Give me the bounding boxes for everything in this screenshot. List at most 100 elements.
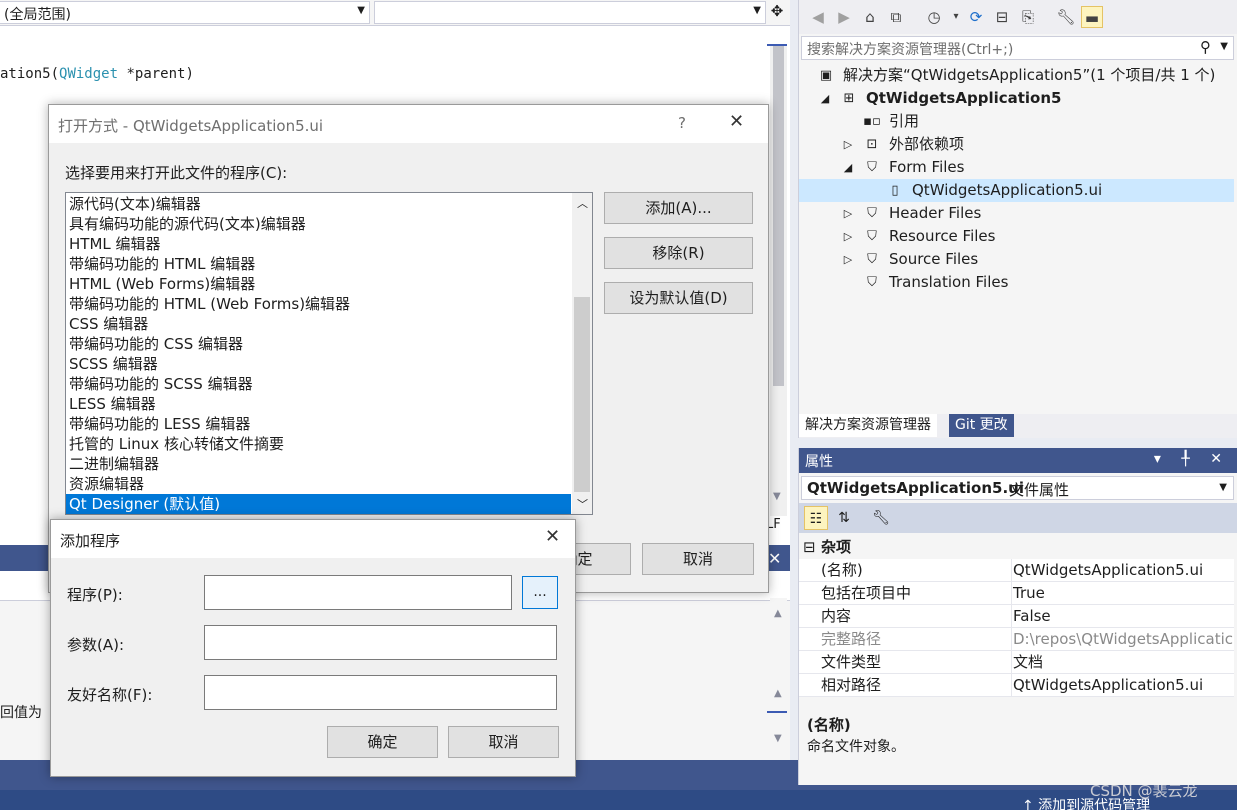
tree-item[interactable]: ▯ QtWidgetsApplication5.ui (799, 179, 1234, 202)
program-list-item[interactable]: 具有编码功能的源代码(文本)编辑器 (66, 214, 571, 234)
alphabetical-sort-icon[interactable]: ⇅ (832, 506, 856, 530)
property-row[interactable]: 内容 False (799, 605, 1234, 628)
program-list-item[interactable]: 带编码功能的 SCSS 编辑器 (66, 374, 571, 394)
tree-item[interactable]: ▪▫ 引用 (799, 110, 1234, 133)
scroll-up-icon[interactable]: ▲ (774, 608, 782, 619)
scrollbar-thumb[interactable] (773, 46, 784, 386)
collapse-icon[interactable]: ◢ (818, 87, 832, 110)
pending-changes-filter-icon[interactable]: ◷ (923, 6, 945, 28)
scroll-down-icon[interactable]: ﹀ (577, 496, 588, 512)
tree-item[interactable]: ▣ 解决方案“QtWidgetsApplication5”(1 个项目/共 1 个… (799, 64, 1234, 87)
add-program-button[interactable]: 添加(A)... (604, 192, 753, 224)
program-list-item[interactable]: SCSS 编辑器 (66, 354, 571, 374)
scroll-up-icon[interactable]: ︿ (577, 195, 588, 211)
set-default-button[interactable]: 设为默认值(D) (604, 282, 753, 314)
property-value-cell[interactable]: True (1011, 582, 1045, 604)
back-icon[interactable]: ◀ (807, 6, 829, 28)
tree-item[interactable]: ▷ ⛉ Source Files (799, 248, 1234, 271)
expand-icon[interactable]: ▷ (841, 202, 855, 225)
chevron-down-icon[interactable]: ▼ (1219, 482, 1227, 493)
program-list-item[interactable]: 带编码功能的 CSS 编辑器 (66, 334, 571, 354)
property-value-cell[interactable]: False (1011, 605, 1051, 627)
program-list-item[interactable]: 带编码功能的 HTML (Web Forms)编辑器 (66, 294, 571, 314)
property-grid[interactable]: ⊟ 杂项 (名称) QtWidgetsApplication5.ui 包括在项目中 T… (799, 536, 1234, 697)
program-list-item[interactable]: CSS 编辑器 (66, 314, 571, 334)
switch-views-icon[interactable]: ⧉ (885, 6, 907, 28)
scroll-up-icon[interactable]: ▲ (774, 688, 782, 699)
property-row[interactable]: 完整路径 D:\repos\QtWidgetsApplicatic (799, 628, 1234, 651)
search-icon[interactable]: ⚲ (1200, 38, 1211, 56)
scrollbar-thumb[interactable] (574, 297, 590, 492)
program-list[interactable]: 源代码(文本)编辑器 具有编码功能的源代码(文本)编辑器 HTML 编辑器 带编码功能… (65, 192, 593, 515)
ok-button[interactable]: 确定 (327, 726, 438, 758)
expand-icon[interactable]: ▷ (841, 133, 855, 156)
close-icon[interactable]: ✕ (545, 526, 560, 547)
scope-dropdown[interactable]: (全局范围) ▼ (0, 1, 370, 24)
program-list-scrollbar[interactable]: ︿ ﹀ (572, 193, 592, 514)
cancel-button[interactable]: 取消 (642, 543, 754, 575)
solution-tree[interactable]: ▣ 解决方案“QtWidgetsApplication5”(1 个项目/共 1 个… (799, 64, 1234, 294)
property-value-cell[interactable]: 文档 (1011, 651, 1043, 673)
tab-git-changes[interactable]: Git 更改 (949, 414, 1014, 437)
friendly-name-input[interactable] (204, 675, 557, 710)
program-list-item[interactable]: Qt Designer (默认值) (66, 494, 571, 514)
help-icon[interactable]: ? (678, 114, 686, 132)
pin-icon[interactable]: ▬ (1081, 6, 1103, 28)
property-value[interactable]: True (1012, 582, 1045, 604)
property-value[interactable]: QtWidgetsApplication5.ui (1012, 674, 1203, 696)
property-value[interactable]: D:\repos\QtWidgetsApplicatic (1012, 628, 1233, 650)
collapse-icon[interactable]: ◢ (841, 156, 855, 179)
refresh-icon[interactable]: ⟳ (965, 6, 987, 28)
categorized-icon[interactable]: ☷ (804, 506, 828, 530)
property-row[interactable]: 相对路径 QtWidgetsApplication5.ui (799, 674, 1234, 697)
dialog-titlebar[interactable]: 添加程序 ✕ (51, 520, 575, 558)
property-category[interactable]: ⊟ 杂项 (799, 536, 1234, 559)
editor-scrollbar[interactable]: ▼ (770, 46, 787, 516)
wrench-icon[interactable]: 🔧︎ (869, 506, 893, 530)
property-row[interactable]: 包括在项目中 True (799, 582, 1234, 605)
tree-item[interactable]: ▷ ⊡ 外部依赖项 (799, 133, 1234, 156)
scroll-down-icon[interactable]: ▼ (773, 491, 781, 502)
program-list-item[interactable]: 带编码功能的 HTML 编辑器 (66, 254, 571, 274)
tree-item[interactable]: ◢ ⛉ Form Files (799, 156, 1234, 179)
tree-item[interactable]: ◢ ⊞ QtWidgetsApplication5 (799, 87, 1234, 110)
close-icon[interactable]: ✕ (768, 549, 781, 568)
browse-button[interactable]: ... (522, 576, 558, 609)
show-all-files-icon[interactable]: ⎘ (1017, 6, 1039, 28)
program-list-item[interactable]: HTML (Web Forms)编辑器 (66, 274, 571, 294)
program-list-item[interactable]: 托管的 Linux 核心转储文件摘要 (66, 434, 571, 454)
forward-icon[interactable]: ▶ (833, 6, 855, 28)
tree-item[interactable]: ▷ ⛉ Header Files (799, 202, 1234, 225)
collapse-all-icon[interactable]: ⊟ (991, 6, 1013, 28)
tab-solution-explorer[interactable]: 解决方案资源管理器 (799, 414, 937, 437)
expand-icon[interactable]: ▷ (841, 248, 855, 271)
property-value[interactable]: QtWidgetsApplication5.ui (1012, 559, 1203, 581)
program-list-item[interactable]: 资源编辑器 (66, 474, 571, 494)
tree-item[interactable]: ▷ ⛉ Resource Files (799, 225, 1234, 248)
home-icon[interactable]: ⌂ (859, 6, 881, 28)
program-list-item[interactable]: 源代码(文本)编辑器 (66, 194, 571, 214)
tool-window-scrollbar[interactable]: ▲ ▲ ▼ (770, 598, 787, 758)
object-selector-dropdown[interactable]: QtWidgetsApplication5.ui 文件属性 ▼ (801, 476, 1234, 500)
property-value[interactable]: False (1012, 605, 1051, 627)
program-list-item[interactable]: HTML 编辑器 (66, 234, 571, 254)
remove-program-button[interactable]: 移除(R) (604, 237, 753, 269)
split-editor-icon[interactable]: ✥ (767, 2, 787, 24)
chevron-down-icon[interactable]: ▾ (945, 6, 967, 28)
program-list-item[interactable]: LESS 编辑器 (66, 394, 571, 414)
dialog-titlebar[interactable]: 打开方式 - QtWidgetsApplication5.ui ? ✕ (49, 105, 768, 143)
window-controls-icon[interactable]: ▾ ╀ ✕ (1154, 451, 1230, 467)
arguments-input[interactable] (204, 625, 557, 660)
property-value-cell[interactable]: D:\repos\QtWidgetsApplicatic (1011, 628, 1233, 650)
property-row[interactable]: 文件类型 文档 (799, 651, 1234, 674)
property-value[interactable]: 文档 (1012, 651, 1043, 673)
property-value-cell[interactable]: QtWidgetsApplication5.ui (1011, 674, 1203, 696)
program-list-item[interactable]: 二进制编辑器 (66, 454, 571, 474)
expand-icon[interactable]: ▷ (841, 225, 855, 248)
tree-item[interactable]: ⛉ Translation Files (799, 271, 1234, 294)
collapse-icon[interactable]: ⊟ (803, 536, 816, 559)
property-row[interactable]: (名称) QtWidgetsApplication5.ui (799, 559, 1234, 582)
cancel-button[interactable]: 取消 (448, 726, 559, 758)
property-value-cell[interactable]: QtWidgetsApplication5.ui (1011, 559, 1203, 581)
chevron-down-icon[interactable]: ▼ (1220, 41, 1228, 52)
